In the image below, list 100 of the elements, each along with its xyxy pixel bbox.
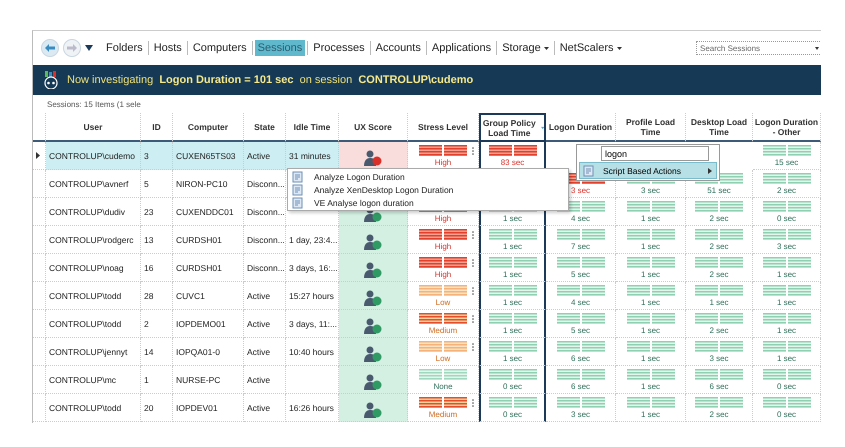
time-meter	[488, 368, 536, 380]
time-meter	[762, 144, 810, 156]
menu-item-label: VE Analyse logon duration	[314, 198, 414, 208]
time-meter	[488, 144, 536, 156]
time-value: 1 sec	[776, 326, 796, 334]
stress-meter	[419, 284, 467, 296]
stress-level-text: High	[434, 158, 452, 166]
time-value: 1 sec	[640, 214, 660, 222]
time-meter	[626, 312, 674, 324]
time-value: 0 sec	[776, 410, 796, 418]
time-value: 1 sec	[640, 242, 660, 250]
time-meter	[762, 368, 810, 380]
idle-time-cell: 1 day, 23:4...	[286, 226, 339, 254]
nav-tab[interactable]: Computers	[190, 40, 250, 56]
time-meter	[695, 200, 743, 212]
stress-meter	[419, 144, 467, 156]
dropdown-icon[interactable]	[85, 45, 93, 51]
stress-meter	[419, 312, 467, 324]
time-value: 1 sec	[502, 242, 522, 250]
time-value: 15 sec	[774, 158, 798, 166]
time-meter	[695, 396, 743, 408]
time-value: 3 sec	[776, 242, 796, 250]
column-header[interactable]: Logon Duration	[546, 113, 616, 142]
user-status-icon	[363, 346, 383, 362]
column-header[interactable]: Stress Level	[408, 113, 479, 142]
user-status-icon	[363, 150, 383, 166]
back-arrow-icon	[45, 44, 55, 52]
id-cell: 2	[141, 310, 173, 338]
time-value: 1 sec	[640, 410, 660, 418]
state-cell: Disconn...	[244, 226, 286, 254]
computer-cell: CUXENDDC01	[173, 198, 244, 226]
computer-cell: CUVC1	[173, 282, 244, 310]
time-meter	[556, 256, 604, 268]
time-meter	[626, 340, 674, 352]
time-meter	[762, 172, 810, 184]
computer-cell: CURDSH01	[173, 226, 244, 254]
time-value: 1 sec	[640, 326, 660, 334]
menu-item[interactable]: VE Analyse logon duration	[288, 196, 568, 209]
menu-item[interactable]: Script Based Actions	[579, 162, 717, 179]
time-meter	[626, 256, 674, 268]
state-cell: Disconn...	[244, 170, 286, 198]
user-cell: CONTROLUP\todd	[46, 310, 141, 338]
time-value: 2 sec	[709, 410, 729, 418]
time-value: 5 sec	[570, 270, 590, 278]
search-field[interactable]: Search Sessions	[696, 41, 821, 55]
column-header[interactable]: Profile Load Time	[616, 113, 686, 142]
time-meter	[626, 368, 674, 380]
time-value: 1 sec	[709, 298, 729, 306]
state-cell: Disconn...	[244, 254, 286, 282]
time-meter	[488, 284, 536, 296]
id-cell: 20	[141, 394, 173, 422]
time-meter	[695, 340, 743, 352]
time-value: 0 sec	[502, 410, 522, 418]
id-cell: 3	[141, 142, 173, 170]
back-button[interactable]	[41, 39, 59, 57]
nav-tab[interactable]: Applications	[428, 40, 494, 56]
nav-tab[interactable]: NetScalers	[556, 40, 625, 56]
column-header[interactable]: Group Policy Load Time	[479, 113, 546, 142]
menu-item[interactable]: Analyze Logon Duration	[288, 170, 568, 183]
column-header[interactable]: Desktop Load Time	[686, 113, 753, 142]
forward-arrow-icon	[67, 44, 77, 52]
time-value: 2 sec	[776, 186, 796, 194]
idle-time-cell: 10:40 hours	[286, 338, 339, 366]
computer-cell: NIRON-PC10	[173, 170, 244, 198]
id-cell: 28	[141, 282, 173, 310]
user-cell: CONTROLUP\mc	[46, 366, 141, 394]
items-summary: Sessions: 15 Items (1 sele	[46, 98, 142, 111]
state-cell: Active	[244, 310, 286, 338]
stress-meter	[419, 396, 467, 408]
state-cell: Active	[244, 366, 286, 394]
nav-tab[interactable]: Accounts	[372, 40, 424, 56]
filter-field[interactable]: logon	[601, 146, 709, 161]
time-value: 3 sec	[570, 186, 590, 194]
nav-tab[interactable]: Hosts	[150, 40, 185, 56]
stress-level-text: High	[434, 242, 452, 250]
row-header[interactable]	[33, 142, 46, 170]
user-status-icon	[363, 234, 383, 250]
time-value: 4 sec	[570, 298, 590, 306]
idle-time-cell: 3 days, 16:...	[286, 254, 339, 282]
computer-cell: IOPDEMO01	[173, 310, 244, 338]
time-value: 1 sec	[502, 298, 522, 306]
time-value: 1 sec	[640, 298, 660, 306]
time-meter	[626, 228, 674, 240]
id-cell: 5	[141, 170, 173, 198]
user-cell: CONTROLUP\todd	[46, 394, 141, 422]
time-meter	[556, 340, 604, 352]
stress-meter	[419, 256, 467, 268]
nav-tab[interactable]: Folders	[103, 40, 146, 56]
user-status-icon	[363, 374, 383, 390]
menu-item[interactable]: Analyze XenDesktop Logon Duration	[288, 183, 568, 196]
nav-tab[interactable]: Processes	[310, 40, 368, 56]
time-value: 6 sec	[570, 382, 590, 390]
nav-tab[interactable]: Storage	[499, 40, 552, 56]
time-meter	[762, 396, 810, 408]
time-value: 1 sec	[640, 270, 660, 278]
computer-cell: IOPDEV01	[173, 394, 244, 422]
idle-time-cell: 15:27 hours	[286, 282, 339, 310]
time-value: 2 sec	[709, 242, 729, 250]
column-header[interactable]: Logon Duration - Other	[753, 113, 821, 142]
state-cell: Disconn...	[244, 198, 286, 226]
